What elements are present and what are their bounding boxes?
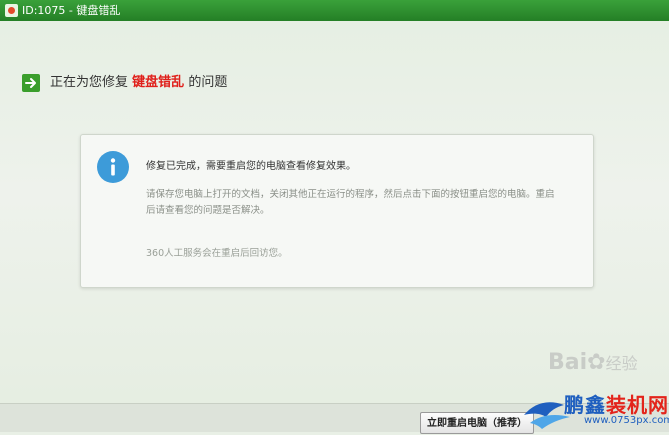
title-bar: ID:1075 - 键盘错乱: [0, 0, 669, 21]
site-brand-blue: 鹏鑫: [564, 393, 606, 417]
site-watermark: 鹏鑫装机网 www.0753px.com: [520, 385, 669, 431]
site-brand: 鹏鑫装机网: [564, 389, 669, 418]
service-message: 360人工服务会在重启后回访您。: [146, 248, 288, 259]
heading-highlight: 键盘错乱: [132, 75, 185, 90]
info-icon: [97, 151, 129, 183]
window-title: ID:1075 - 键盘错乱: [22, 4, 121, 17]
heading-prefix: 正在为您修复: [50, 75, 129, 90]
completion-message: 修复已完成，需要重启您的电脑查看修复效果。: [146, 161, 356, 172]
site-url: www.0753px.com: [584, 415, 669, 426]
result-card: 修复已完成，需要重启您的电脑查看修复效果。 请保存您电脑上打开的文档，关闭其他正…: [80, 134, 594, 288]
page-heading: 正在为您修复 键盘错乱 的问题: [50, 74, 227, 92]
site-brand-red: 装机网: [606, 393, 669, 417]
baidu-watermark: Bai✿经验: [548, 350, 638, 375]
heading-suffix: 的问题: [188, 75, 228, 90]
paw-icon: ✿: [587, 350, 606, 375]
baidu-watermark-suffix: 经验: [605, 354, 638, 373]
arrow-right-icon: [22, 74, 40, 92]
app-logo-icon: [5, 4, 18, 17]
baidu-watermark-text: Bai: [548, 350, 588, 375]
instruction-message: 请保存您电脑上打开的文档，关闭其他正在运行的程序，然后点击下面的按钮重启您的电脑…: [146, 189, 555, 216]
